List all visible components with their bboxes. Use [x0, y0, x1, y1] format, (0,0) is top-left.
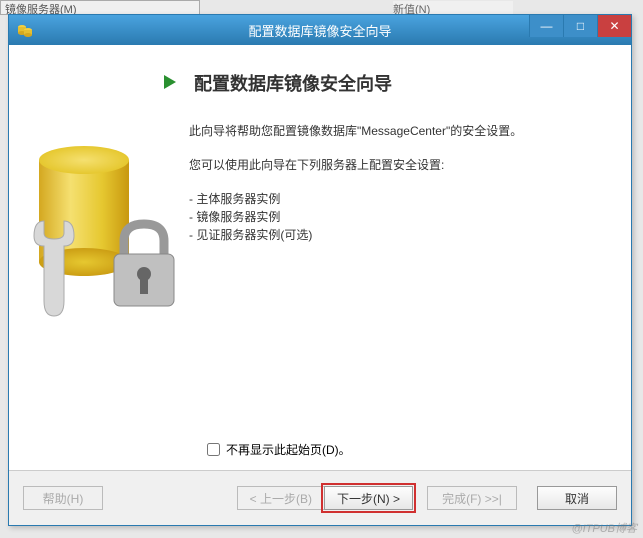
next-button[interactable]: 下一步(N) >	[324, 486, 413, 510]
help-button: 帮助(H)	[23, 486, 103, 510]
finish-button: 完成(F) >>|	[427, 486, 517, 510]
wizard-content: 配置数据库镜像安全向导 此向导将帮	[9, 45, 631, 470]
page-heading: 配置数据库镜像安全向导	[194, 70, 392, 96]
wizard-dialog: 配置数据库镜像安全向导 — □ ✕ 配置数据库镜像安全向导	[8, 14, 632, 526]
maximize-button[interactable]: □	[563, 15, 597, 37]
dont-show-checkbox[interactable]	[207, 443, 220, 456]
background-window-fragment-left: 镜像服务器(M)	[0, 0, 200, 15]
server-list: - 主体服务器实例 - 镜像服务器实例 - 见证服务器实例(可选)	[189, 190, 601, 244]
server-item: - 主体服务器实例	[189, 190, 601, 208]
back-button: < 上一步(B)	[237, 486, 325, 510]
server-item: - 镜像服务器实例	[189, 208, 601, 226]
window-controls: — □ ✕	[529, 15, 631, 37]
wrench-icon	[24, 211, 84, 321]
server-item: - 见证服务器实例(可选)	[189, 226, 601, 244]
background-window-fragment-right: 新值(N)	[393, 1, 513, 15]
dont-show-label: 不再显示此起始页(D)。	[226, 441, 351, 458]
wizard-illustration	[29, 116, 189, 396]
nav-button-group: < 上一步(B) 下一步(N) >	[237, 486, 413, 510]
minimize-button[interactable]: —	[529, 15, 563, 37]
titlebar[interactable]: 配置数据库镜像安全向导 — □ ✕	[9, 15, 631, 45]
dont-show-again-row[interactable]: 不再显示此起始页(D)。	[207, 441, 351, 458]
app-icon	[15, 20, 35, 40]
wizard-text: 此向导将帮助您配置镜像数据库"MessageCenter"的安全设置。 您可以使…	[189, 116, 601, 396]
window-title: 配置数据库镜像安全向导	[248, 21, 391, 40]
play-arrow-icon	[164, 75, 176, 89]
intro-text-1: 此向导将帮助您配置镜像数据库"MessageCenter"的安全设置。	[189, 121, 601, 143]
wizard-footer: 帮助(H) < 上一步(B) 下一步(N) > 完成(F) >>| 取消	[9, 470, 631, 525]
lock-icon	[104, 216, 184, 316]
cancel-button[interactable]: 取消	[537, 486, 617, 510]
intro-text-2: 您可以使用此向导在下列服务器上配置安全设置:	[189, 155, 601, 177]
close-button[interactable]: ✕	[597, 15, 631, 37]
